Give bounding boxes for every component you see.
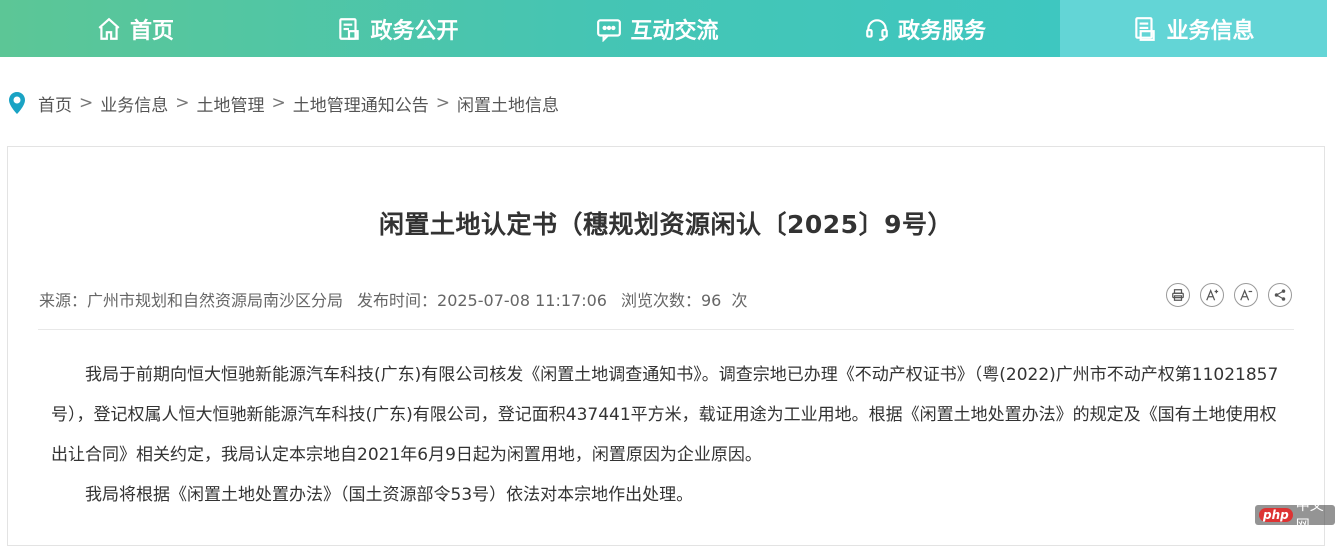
watermark: php 中文网 xyxy=(1255,498,1335,534)
breadcrumb-separator: > xyxy=(271,93,286,113)
nav-label: 首页 xyxy=(129,18,174,44)
location-pin-icon xyxy=(9,92,25,114)
watermark-text: 中文网 xyxy=(1295,498,1324,534)
nav-item-public-affairs[interactable]: 政务公开 xyxy=(270,0,525,57)
breadcrumb-business-info[interactable]: 业务信息 xyxy=(100,91,168,116)
article-tools xyxy=(1166,283,1292,307)
meta-divider xyxy=(38,329,1294,330)
article-paragraph: 我局将根据《闲置土地处置办法》（国土资源部令53号）依法对本宗地作出处理。 xyxy=(85,485,694,505)
article-card: 闲置土地认定书（穗规划资源闲认〔2025〕9号） 来源：广州市规划和自然资源局南… xyxy=(7,146,1325,546)
article-views: 浏览次数：96 次 xyxy=(620,291,748,310)
share-button[interactable] xyxy=(1268,283,1292,307)
font-increase-icon xyxy=(1206,289,1219,301)
nav-label: 互动交流 xyxy=(630,18,719,44)
headset-icon xyxy=(864,16,890,42)
breadcrumb-land-notices[interactable]: 土地管理通知公告 xyxy=(293,91,429,116)
watermark-badge: php xyxy=(1259,508,1293,522)
nav-label: 政务服务 xyxy=(897,18,986,44)
info-doc-icon xyxy=(1132,16,1158,42)
breadcrumb-idle-land-info[interactable]: 闲置土地信息 xyxy=(457,91,559,116)
breadcrumb-separator: > xyxy=(175,93,190,113)
nav-label: 政务公开 xyxy=(370,18,459,44)
article-paragraph: 我局于前期向恒大恒驰新能源汽车科技(广东)有限公司核发《闲置土地调查通知书》。调… xyxy=(51,365,1279,465)
article-title: 闲置土地认定书（穗规划资源闲认〔2025〕9号） xyxy=(379,210,953,239)
nav-edge xyxy=(1327,0,1335,57)
article-source: 来源：广州市规划和自然资源局南沙区分局 xyxy=(39,291,344,310)
font-decrease-icon xyxy=(1240,289,1253,301)
nav-item-services[interactable]: 政务服务 xyxy=(790,0,1060,57)
nav-item-interaction[interactable]: 互动交流 xyxy=(525,0,790,57)
font-decrease-button[interactable] xyxy=(1234,283,1258,307)
breadcrumb: 首页 > 业务信息 > 土地管理 > 土地管理通知公告 > 闲置土地信息 xyxy=(8,88,559,118)
breadcrumb-separator: > xyxy=(435,93,450,113)
print-icon xyxy=(1172,289,1184,301)
nav-item-home[interactable]: 首页 xyxy=(0,0,270,57)
breadcrumb-home[interactable]: 首页 xyxy=(38,91,72,116)
top-nav: 首页 政务公开 互动交流 政务服务 业务信息 xyxy=(0,0,1327,57)
share-icon xyxy=(1274,289,1286,301)
article-published: 发布时间：2025-07-08 11:17:06 xyxy=(357,291,607,310)
home-icon xyxy=(96,16,122,42)
article-meta: 来源：广州市规划和自然资源局南沙区分局 发布时间：2025-07-08 11:1… xyxy=(39,287,748,311)
article-body: 我局于前期向恒大恒驰新能源汽车科技(广东)有限公司核发《闲置土地调查通知书》。调… xyxy=(51,355,1283,515)
nav-label: 业务信息 xyxy=(1166,18,1255,44)
print-button[interactable] xyxy=(1166,283,1190,307)
font-increase-button[interactable] xyxy=(1200,283,1224,307)
breadcrumb-separator: > xyxy=(79,93,94,113)
breadcrumb-land-management[interactable]: 土地管理 xyxy=(197,91,265,116)
nav-item-business-info[interactable]: 业务信息 xyxy=(1060,0,1327,57)
chat-icon xyxy=(596,16,622,42)
document-icon xyxy=(336,16,362,42)
